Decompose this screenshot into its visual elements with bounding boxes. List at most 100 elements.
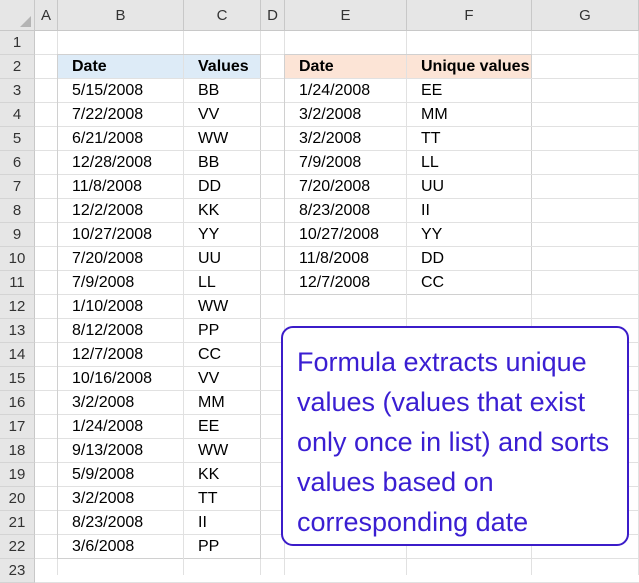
table1-cell-date[interactable]: 11/8/2008 — [58, 175, 184, 199]
row-header-20[interactable]: 20 — [0, 487, 35, 511]
table2-cell-value[interactable]: UU — [407, 175, 532, 199]
row-header-23[interactable]: 23 — [0, 559, 35, 583]
table1-cell-value[interactable]: BB — [184, 79, 261, 103]
column-header-g[interactable]: G — [532, 0, 639, 31]
table1-cell-date[interactable]: 9/13/2008 — [58, 439, 184, 463]
table1-row-divider — [58, 294, 261, 295]
row-header-8[interactable]: 8 — [0, 199, 35, 223]
table1-cell-value[interactable]: UU — [184, 247, 261, 271]
row-header-19[interactable]: 19 — [0, 463, 35, 487]
table1-cell-value[interactable]: PP — [184, 319, 261, 343]
row-header-2[interactable]: 2 — [0, 55, 35, 79]
table2-cell-value[interactable]: CC — [407, 271, 532, 295]
table2-header-date[interactable]: Date — [285, 55, 407, 79]
table2-cell-value[interactable]: MM — [407, 103, 532, 127]
row-header-17[interactable]: 17 — [0, 415, 35, 439]
table1-cell-date[interactable]: 7/22/2008 — [58, 103, 184, 127]
table2-cell-value[interactable]: EE — [407, 79, 532, 103]
table2-cell-value[interactable]: LL — [407, 151, 532, 175]
table2-cell-date[interactable]: 8/23/2008 — [285, 199, 407, 223]
table1-cell-date[interactable]: 8/12/2008 — [58, 319, 184, 343]
table1-cell-value[interactable]: BB — [184, 151, 261, 175]
table2-cell-value[interactable]: DD — [407, 247, 532, 271]
table1-cell-value[interactable]: EE — [184, 415, 261, 439]
table1-cell-date[interactable]: 10/27/2008 — [58, 223, 184, 247]
table1-row-divider — [58, 510, 261, 511]
row-header-18[interactable]: 18 — [0, 439, 35, 463]
row-header-9[interactable]: 9 — [0, 223, 35, 247]
table1-cell-date[interactable]: 10/16/2008 — [58, 367, 184, 391]
table1-cell-value[interactable]: DD — [184, 175, 261, 199]
table1-cell-date[interactable]: 5/15/2008 — [58, 79, 184, 103]
row-header-7[interactable]: 7 — [0, 175, 35, 199]
table2-cell-date[interactable]: 3/2/2008 — [285, 103, 407, 127]
annotation-textbox[interactable]: Formula extracts unique values (values t… — [281, 326, 629, 546]
row-header-15[interactable]: 15 — [0, 367, 35, 391]
table1-cell-date[interactable]: 6/21/2008 — [58, 127, 184, 151]
row-header-21[interactable]: 21 — [0, 511, 35, 535]
table2-cell-date[interactable]: 11/8/2008 — [285, 247, 407, 271]
table1-row-divider — [58, 150, 261, 151]
table1-cell-value[interactable]: TT — [184, 487, 261, 511]
row-header-13[interactable]: 13 — [0, 319, 35, 343]
column-header-c[interactable]: C — [184, 0, 261, 31]
table2-header-value[interactable]: Unique values — [407, 55, 532, 79]
column-header-a[interactable]: A — [35, 0, 58, 31]
table2-cell-date[interactable]: 7/9/2008 — [285, 151, 407, 175]
table1-header-value[interactable]: Values — [184, 55, 261, 79]
row-header-16[interactable]: 16 — [0, 391, 35, 415]
table1-cell-date[interactable]: 12/2/2008 — [58, 199, 184, 223]
table1-cell-value[interactable]: MM — [184, 391, 261, 415]
column-header-f[interactable]: F — [407, 0, 532, 31]
row-header-22[interactable]: 22 — [0, 535, 35, 559]
select-all-corner[interactable] — [0, 0, 35, 31]
column-header-e[interactable]: E — [285, 0, 407, 31]
table2-cell-value[interactable]: II — [407, 199, 532, 223]
table2-cell-date[interactable]: 1/24/2008 — [285, 79, 407, 103]
table1-cell-date[interactable]: 7/9/2008 — [58, 271, 184, 295]
row-header-14[interactable]: 14 — [0, 343, 35, 367]
table1-cell-value[interactable]: VV — [184, 103, 261, 127]
table1-cell-date[interactable]: 5/9/2008 — [58, 463, 184, 487]
row-header-4[interactable]: 4 — [0, 103, 35, 127]
table1-cell-value[interactable]: II — [184, 511, 261, 535]
table1-cell-value[interactable]: LL — [184, 271, 261, 295]
column-header-b[interactable]: B — [58, 0, 184, 31]
row-header-1[interactable]: 1 — [0, 31, 35, 55]
table1-cell-date[interactable]: 12/7/2008 — [58, 343, 184, 367]
table2-cell-date[interactable]: 10/27/2008 — [285, 223, 407, 247]
row-header-3[interactable]: 3 — [0, 79, 35, 103]
table1-cell-value[interactable]: YY — [184, 223, 261, 247]
table1-cell-date[interactable]: 12/28/2008 — [58, 151, 184, 175]
row-header-6[interactable]: 6 — [0, 151, 35, 175]
column-header-d[interactable]: D — [261, 0, 285, 31]
table1-row-divider — [58, 414, 261, 415]
table2-cell-date[interactable]: 12/7/2008 — [285, 271, 407, 295]
table1-cell-value[interactable]: WW — [184, 439, 261, 463]
table1-cell-value[interactable]: PP — [184, 535, 261, 559]
table1-cell-date[interactable]: 3/6/2008 — [58, 535, 184, 559]
row-header-11[interactable]: 11 — [0, 271, 35, 295]
table2-cell-value[interactable]: TT — [407, 127, 532, 151]
table1-cell-date[interactable]: 1/10/2008 — [58, 295, 184, 319]
table1-cell-date[interactable]: 3/2/2008 — [58, 487, 184, 511]
table1-cell-value[interactable]: KK — [184, 463, 261, 487]
table1-header-date[interactable]: Date — [58, 55, 184, 79]
table1-cell-value[interactable]: KK — [184, 199, 261, 223]
table2-cell-date[interactable]: 3/2/2008 — [285, 127, 407, 151]
row-header-10[interactable]: 10 — [0, 247, 35, 271]
table1-cell-date[interactable]: 1/24/2008 — [58, 415, 184, 439]
table1-cell-date[interactable]: 7/20/2008 — [58, 247, 184, 271]
row-header-5[interactable]: 5 — [0, 127, 35, 151]
table1-row-divider — [58, 222, 261, 223]
row-header-12[interactable]: 12 — [0, 295, 35, 319]
table1-cell-value[interactable]: CC — [184, 343, 261, 367]
table2-inner-divider — [406, 55, 407, 295]
table1-cell-date[interactable]: 8/23/2008 — [58, 511, 184, 535]
table1-cell-date[interactable]: 3/2/2008 — [58, 391, 184, 415]
table1-cell-value[interactable]: VV — [184, 367, 261, 391]
table2-cell-date[interactable]: 7/20/2008 — [285, 175, 407, 199]
table1-cell-value[interactable]: WW — [184, 295, 261, 319]
table2-cell-value[interactable]: YY — [407, 223, 532, 247]
table1-cell-value[interactable]: WW — [184, 127, 261, 151]
